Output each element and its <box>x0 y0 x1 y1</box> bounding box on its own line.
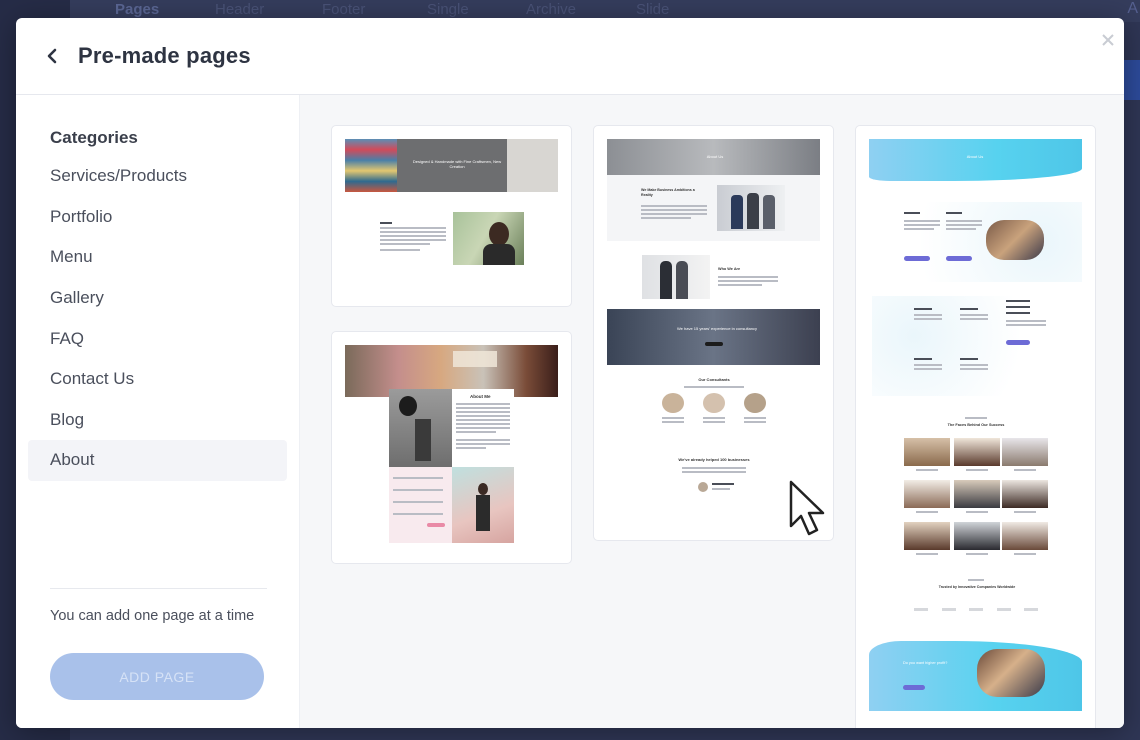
templates-grid: Designed & Handmade with Fine Craftsmen,… <box>300 95 1124 728</box>
modal-body: Categories Services/Products Portfolio M… <box>16 95 1124 728</box>
trusted-title: Trusted by Innovative Companies Worldwid… <box>938 585 1016 589</box>
faces-title: The Faces Behind Our Success <box>947 423 1005 427</box>
category-about[interactable]: About <box>28 440 287 481</box>
thumbnail-contact-form <box>389 467 452 543</box>
thumbnail-intro-section <box>872 202 1082 282</box>
template-card-2[interactable]: About Me <box>331 331 572 564</box>
avatar <box>703 393 725 413</box>
premade-pages-modal: Pre-made pages Categories Services/Produ… <box>16 18 1124 728</box>
hero-text: About Us <box>966 154 984 159</box>
categories-sidebar: Categories Services/Products Portfolio M… <box>16 95 300 728</box>
category-contact-us[interactable]: Contact Us <box>28 359 287 400</box>
thumbnail-balloon-image <box>389 389 452 467</box>
thumbnail-cta-banner: Do you want higher profit? <box>869 641 1082 711</box>
add-page-note: You can add one page at a time <box>50 608 255 624</box>
template-card-1[interactable]: Designed & Handmade with Fine Craftsmen,… <box>331 125 572 307</box>
helped-title: We've already helped 100 businesses <box>678 457 750 462</box>
bg-tab-archive: Archive <box>526 1 577 18</box>
category-menu[interactable]: Menu <box>28 237 287 278</box>
cta-text: Do you want higher profit? <box>903 661 948 665</box>
category-blog[interactable]: Blog <box>28 400 287 441</box>
logo-strip <box>914 608 1038 611</box>
bg-tab-footer: Footer <box>322 1 366 18</box>
hero-text: About Us <box>706 154 724 159</box>
modal-header: Pre-made pages <box>16 18 1124 95</box>
thumbnail-features-section <box>872 296 1082 396</box>
thumbnail-hero-image: Designed & Handmade with Fine Craftsmen,… <box>345 139 558 192</box>
bg-tab-header: Header <box>215 1 265 18</box>
bg-tab-single: Single <box>427 1 469 18</box>
avatar <box>698 482 708 492</box>
team-photo <box>1002 522 1048 550</box>
category-faq[interactable]: FAQ <box>28 318 287 359</box>
avatar <box>744 393 766 413</box>
team-photo <box>1002 480 1048 508</box>
category-gallery[interactable]: Gallery <box>28 278 287 319</box>
avatar <box>662 393 684 413</box>
about-me-title: About Me <box>470 394 491 399</box>
team-photo <box>904 480 950 508</box>
bg-tab-slide: Slide <box>636 1 670 18</box>
categories-heading: Categories <box>50 128 138 147</box>
modal-title: Pre-made pages <box>78 43 251 68</box>
team-photo <box>954 522 1000 550</box>
team-photo <box>904 438 950 466</box>
team-photo <box>1002 438 1048 466</box>
thumbnail-banner-image: We have 15 years' experience in consulta… <box>607 309 820 365</box>
intro-headline: We Make Business Ambitions a Reality <box>641 188 695 197</box>
hero-text: Designed & Handmade with Fine Craftsmen,… <box>412 159 502 169</box>
team-photo <box>954 480 1000 508</box>
bg-tab-pages: Pages <box>115 1 160 18</box>
thumbnail-hero-banner: About Us <box>869 139 1082 181</box>
thumbnail-team-image <box>642 255 710 299</box>
close-icon[interactable] <box>1100 32 1116 48</box>
thumbnail-hero-image: About Us <box>607 139 820 175</box>
template-card-4[interactable]: About Us The Faces Behind Our Success Tr… <box>855 125 1096 728</box>
who-we-are: Who We Are <box>718 267 741 271</box>
bg-right-text: A <box>1127 0 1138 17</box>
chevron-left-icon[interactable] <box>42 46 62 66</box>
thumbnail-intro-section: We Make Business Ambitions a Reality <box>607 175 820 241</box>
team-photo <box>954 438 1000 466</box>
thumbnail-portrait-image <box>453 212 524 265</box>
banner-text: We have 15 years' experience in consulta… <box>676 326 758 331</box>
sidebar-divider <box>50 588 267 589</box>
category-portfolio[interactable]: Portfolio <box>28 197 287 238</box>
thumbnail-about-me-block: About Me <box>452 389 514 467</box>
category-services-products[interactable]: Services/Products <box>28 156 287 197</box>
consultants-title: Our Consultants <box>698 377 730 382</box>
team-photo <box>904 522 950 550</box>
add-page-button[interactable]: ADD PAGE <box>50 653 264 700</box>
thumbnail-portrait-image <box>452 467 514 543</box>
template-card-3[interactable]: About Us We Make Business Ambitions a Re… <box>593 125 834 541</box>
categories-list: Services/Products Portfolio Menu Gallery… <box>28 156 287 481</box>
